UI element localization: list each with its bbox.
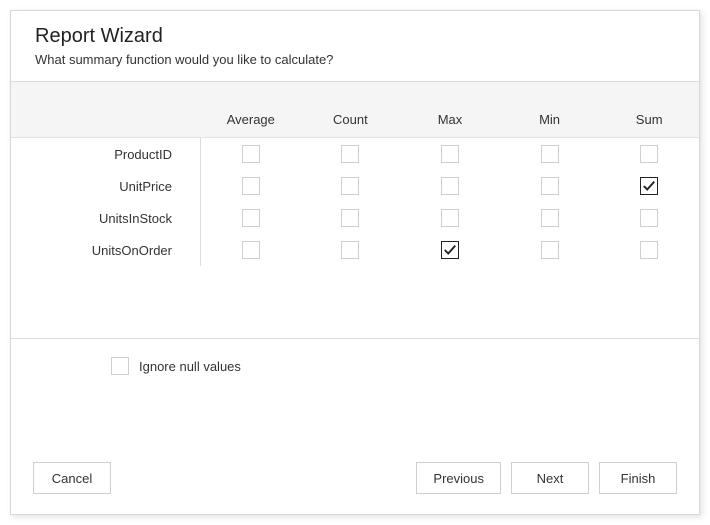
cell — [301, 202, 401, 234]
cell — [201, 234, 301, 266]
cell — [400, 202, 500, 234]
summary-checkbox[interactable] — [341, 209, 359, 227]
grid-corner — [11, 82, 201, 137]
table-row: UnitPrice — [11, 170, 699, 202]
cell — [599, 170, 699, 202]
summary-checkbox[interactable] — [541, 177, 559, 195]
row-label: UnitsInStock — [11, 202, 201, 234]
cell — [201, 202, 301, 234]
cell — [201, 170, 301, 202]
summary-checkbox[interactable] — [242, 145, 260, 163]
row-label: UnitsOnOrder — [11, 234, 201, 266]
summary-checkbox[interactable] — [441, 241, 459, 259]
finish-button[interactable]: Finish — [599, 462, 677, 494]
dialog-header: Report Wizard What summary function woul… — [11, 11, 699, 81]
table-row: ProductID — [11, 138, 699, 170]
summary-checkbox[interactable] — [640, 241, 658, 259]
summary-checkbox[interactable] — [242, 209, 260, 227]
column-header-max: Max — [400, 82, 500, 137]
summary-checkbox[interactable] — [341, 145, 359, 163]
summary-grid: AverageCountMaxMinSum ProductIDUnitPrice… — [11, 81, 699, 339]
summary-checkbox[interactable] — [541, 145, 559, 163]
cell — [400, 170, 500, 202]
cell — [500, 170, 600, 202]
summary-checkbox[interactable] — [441, 145, 459, 163]
cell — [301, 138, 401, 170]
summary-checkbox[interactable] — [541, 209, 559, 227]
summary-checkbox[interactable] — [242, 241, 260, 259]
cell — [500, 138, 600, 170]
dialog-title: Report Wizard — [35, 25, 675, 48]
column-header-sum: Sum — [599, 82, 699, 137]
cell — [500, 234, 600, 266]
cancel-button[interactable]: Cancel — [33, 462, 111, 494]
column-header-count: Count — [301, 82, 401, 137]
next-button[interactable]: Next — [511, 462, 589, 494]
summary-checkbox[interactable] — [441, 209, 459, 227]
summary-checkbox[interactable] — [441, 177, 459, 195]
grid-body: ProductIDUnitPriceUnitsInStockUnitsOnOrd… — [11, 138, 699, 338]
cell — [301, 170, 401, 202]
previous-button[interactable]: Previous — [416, 462, 501, 494]
cell — [400, 138, 500, 170]
cell — [599, 202, 699, 234]
report-wizard-dialog: Report Wizard What summary function woul… — [10, 10, 700, 515]
cell — [599, 234, 699, 266]
table-row: UnitsOnOrder — [11, 234, 699, 266]
cell — [400, 234, 500, 266]
summary-checkbox[interactable] — [640, 177, 658, 195]
summary-checkbox[interactable] — [640, 209, 658, 227]
cell — [301, 234, 401, 266]
cell — [599, 138, 699, 170]
dialog-subtitle: What summary function would you like to … — [35, 52, 675, 67]
summary-checkbox[interactable] — [341, 241, 359, 259]
summary-checkbox[interactable] — [640, 145, 658, 163]
dialog-footer: Cancel Previous Next Finish — [11, 446, 699, 514]
summary-checkbox[interactable] — [242, 177, 260, 195]
column-header-average: Average — [201, 82, 301, 137]
table-row: UnitsInStock — [11, 202, 699, 234]
ignore-null-label: Ignore null values — [139, 359, 241, 374]
cell — [201, 138, 301, 170]
row-label: UnitPrice — [11, 170, 201, 202]
ignore-null-checkbox[interactable] — [111, 357, 129, 375]
row-label: ProductID — [11, 138, 201, 170]
summary-checkbox[interactable] — [341, 177, 359, 195]
options-row: Ignore null values — [11, 339, 699, 393]
cell — [500, 202, 600, 234]
grid-header: AverageCountMaxMinSum — [11, 82, 699, 138]
column-header-min: Min — [500, 82, 600, 137]
summary-checkbox[interactable] — [541, 241, 559, 259]
